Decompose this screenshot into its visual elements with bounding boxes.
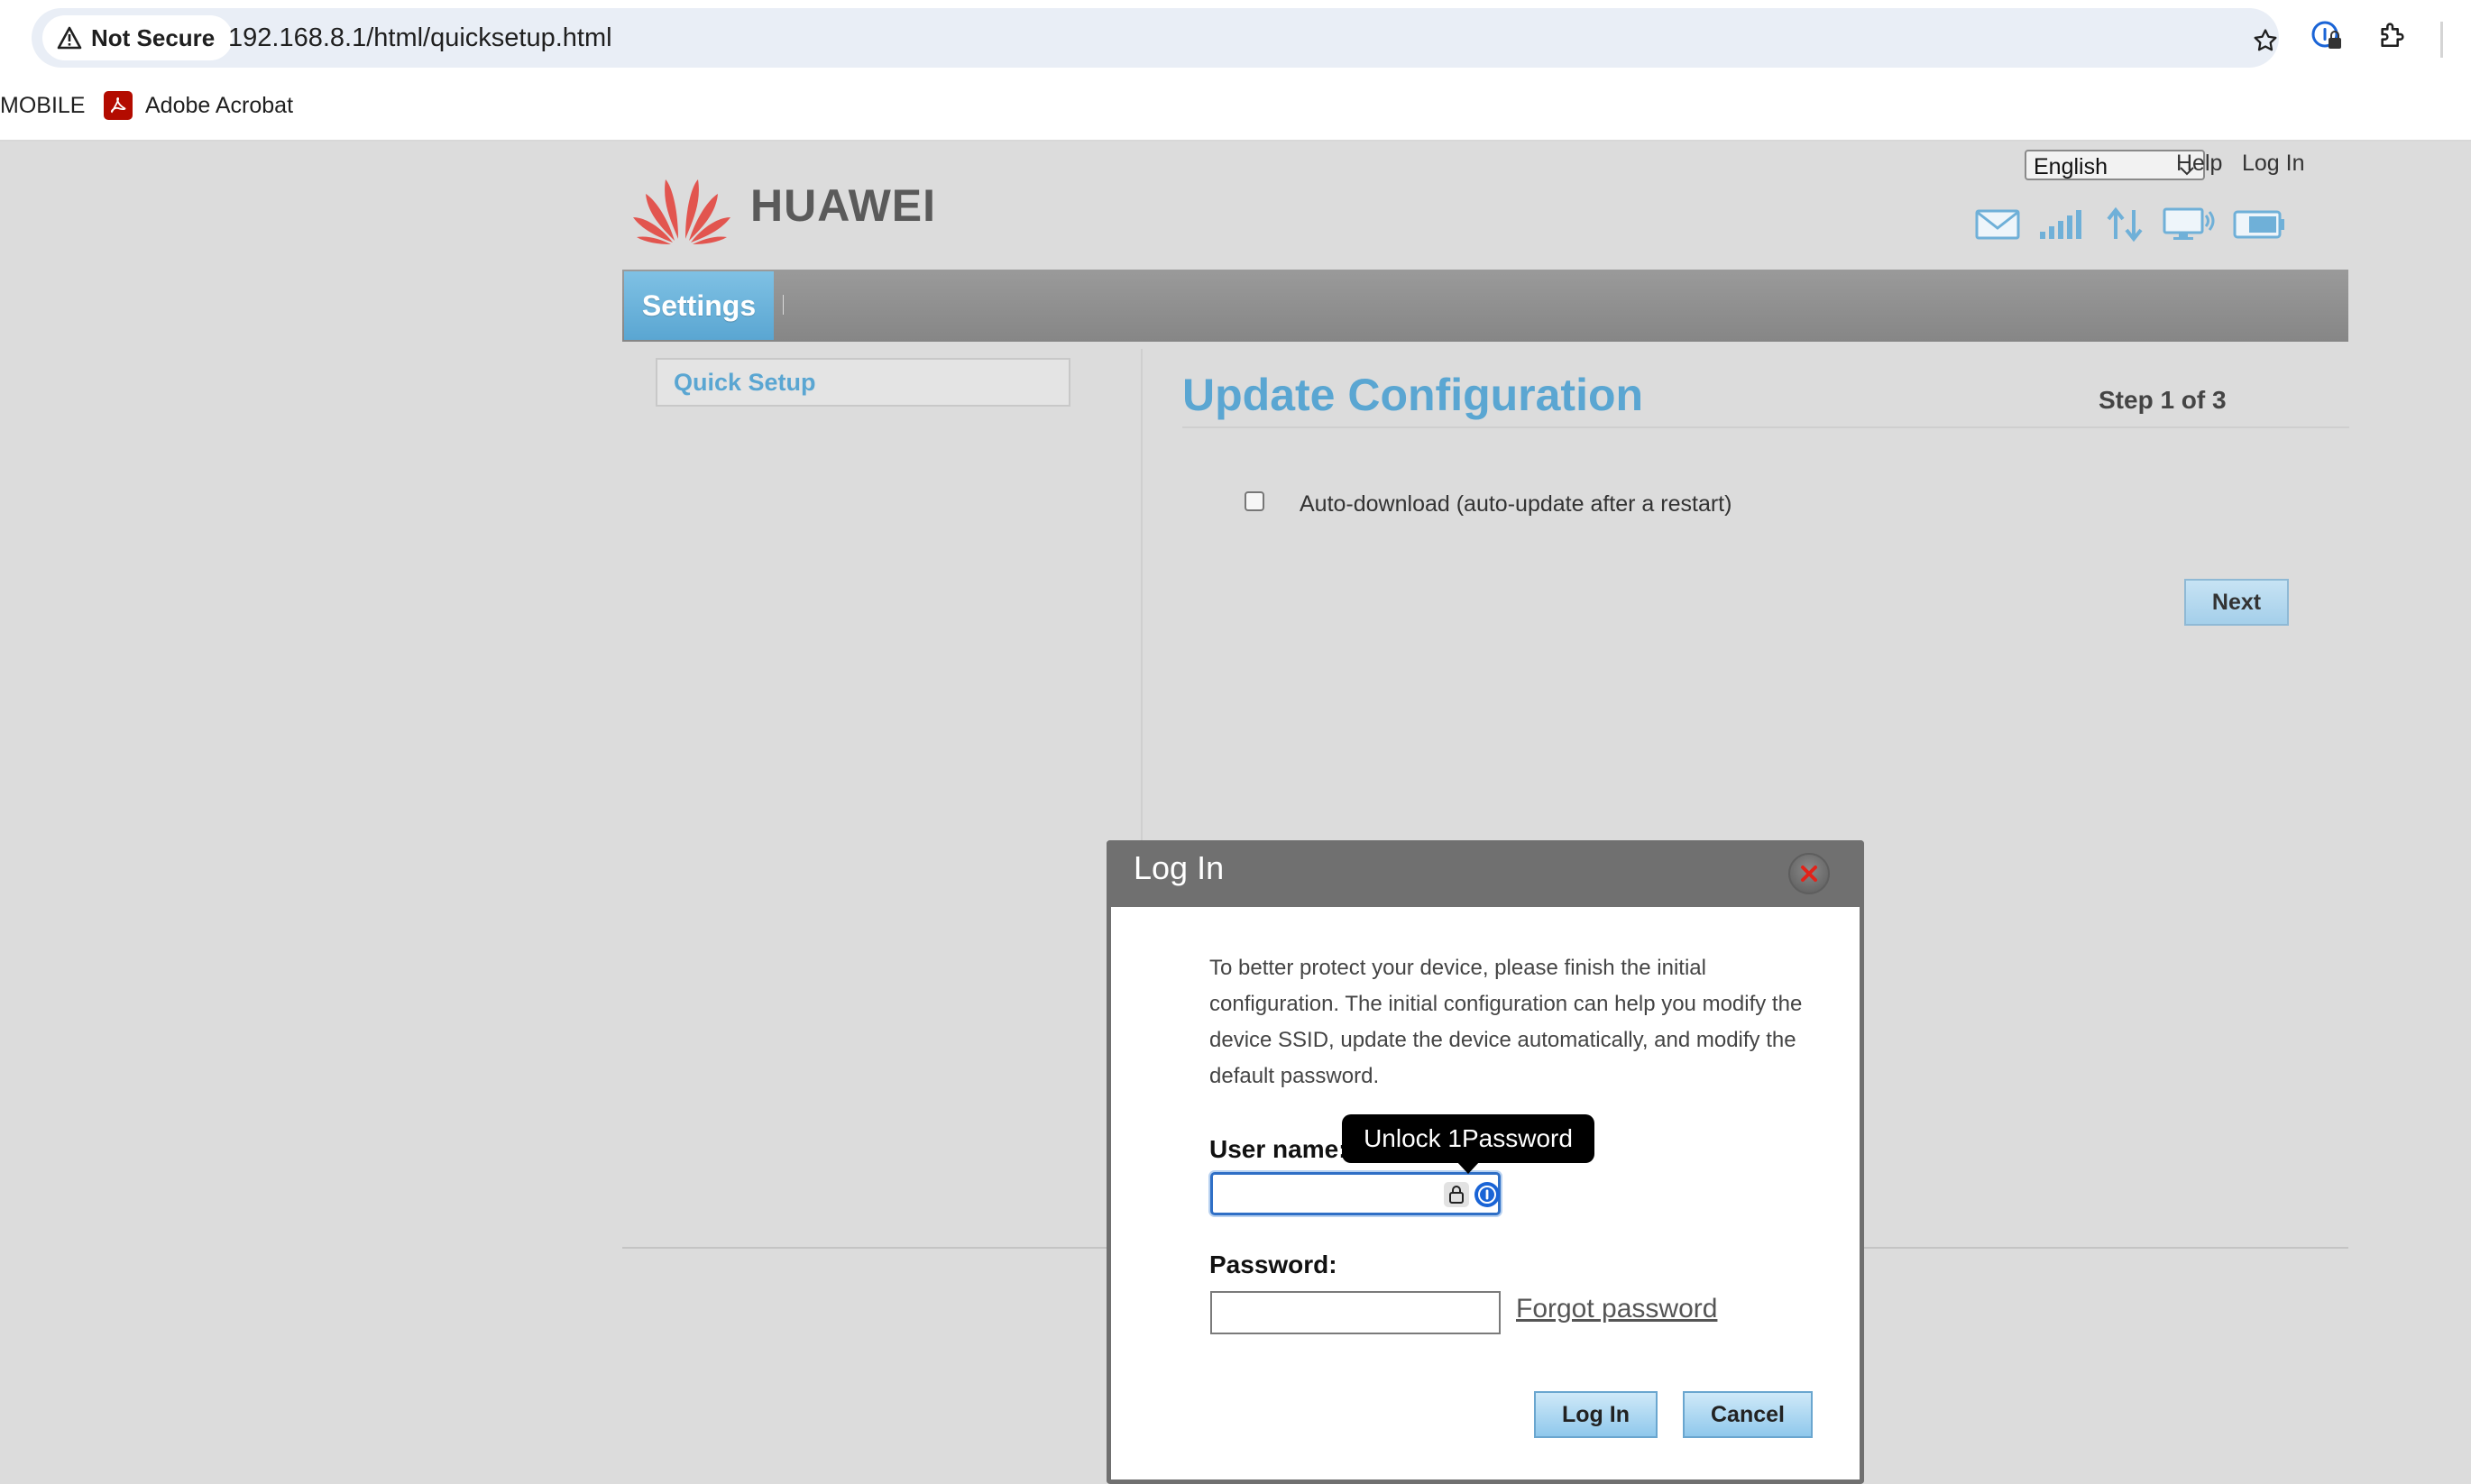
step-indicator: Step 1 of 3 — [2099, 386, 2227, 414]
nav-separator — [783, 295, 784, 315]
page-title: Update Configuration — [1182, 370, 1644, 420]
close-icon — [1801, 866, 1817, 882]
tooltip-text: Unlock 1Password — [1364, 1124, 1573, 1152]
address-bar[interactable]: Not Secure 192.168.8.1/html/quicksetup.h… — [32, 8, 2279, 68]
mail-icon[interactable] — [1975, 208, 2020, 241]
content-divider — [1141, 349, 1143, 908]
status-icons — [1975, 205, 2285, 244]
dialog-title: Log In — [1134, 849, 1225, 886]
cancel-button[interactable]: Cancel — [1683, 1391, 1813, 1438]
huawei-petal-icon — [633, 179, 730, 244]
lock-icon[interactable] — [1444, 1182, 1469, 1207]
star-icon[interactable] — [2252, 27, 2279, 59]
extensions-icon[interactable] — [2377, 19, 2408, 54]
dialog-message: To better protect your device, please fi… — [1209, 956, 1803, 1088]
security-label: Not Secure — [91, 23, 216, 51]
bookmark-label: Adobe Acrobat — [145, 92, 294, 118]
password-label: Password: — [1209, 1250, 1337, 1278]
main-nav: Settings — [622, 270, 2348, 342]
huawei-wordmark: HUAWEI — [750, 180, 936, 231]
url-text[interactable]: 192.168.8.1/html/quicksetup.html — [228, 8, 612, 68]
close-button[interactable] — [1788, 853, 1830, 894]
forgot-password-link[interactable]: Forgot password — [1516, 1294, 1717, 1324]
signal-icon[interactable] — [2038, 208, 2087, 241]
battery-icon[interactable] — [2233, 209, 2285, 240]
adobe-acrobat-icon — [104, 91, 133, 120]
title-divider — [1182, 426, 2349, 428]
tab-settings[interactable]: Settings — [624, 271, 774, 340]
sidebar-item-quick-setup[interactable]: Quick Setup — [656, 358, 1070, 407]
security-indicator[interactable]: Not Secure — [42, 15, 234, 60]
tooltip-arrow — [1456, 1161, 1480, 1174]
data-transfer-icon[interactable] — [2105, 206, 2145, 243]
1password-tooltip: Unlock 1Password — [1342, 1114, 1594, 1174]
dialog-header: Log In — [1107, 840, 1864, 907]
bookmark-adobe-acrobat[interactable]: Adobe Acrobat — [104, 83, 293, 128]
password-input[interactable] — [1210, 1291, 1501, 1334]
huawei-logo[interactable]: HUAWEI — [631, 167, 936, 244]
username-input[interactable] — [1210, 1172, 1501, 1215]
browser-chrome: Not Secure 192.168.8.1/html/quicksetup.h… — [0, 0, 2471, 142]
bookmark-mobile[interactable]: MOBILE — [0, 83, 85, 128]
1password-extension-icon[interactable] — [2310, 20, 2343, 57]
login-dialog: Log In To better protect your device, pl… — [1107, 840, 1864, 1484]
1password-icon[interactable] — [1474, 1182, 1500, 1207]
next-button[interactable]: Next — [2184, 579, 2289, 626]
auto-download-label: Auto-download (auto-update after a resta… — [1300, 491, 1732, 517]
auto-download-checkbox[interactable] — [1245, 491, 1264, 511]
toolbar-divider — [2440, 22, 2443, 58]
language-selected: English — [2034, 154, 2108, 179]
router-page: HUAWEI English Help Log In Settings Quic… — [0, 142, 2471, 1484]
warning-icon — [57, 26, 82, 50]
device-icon[interactable] — [2163, 206, 2215, 243]
username-label: User name: — [1209, 1135, 1347, 1163]
header-login-link[interactable]: Log In — [2242, 151, 2305, 177]
help-link[interactable]: Help — [2176, 151, 2222, 177]
login-button[interactable]: Log In — [1534, 1391, 1658, 1438]
